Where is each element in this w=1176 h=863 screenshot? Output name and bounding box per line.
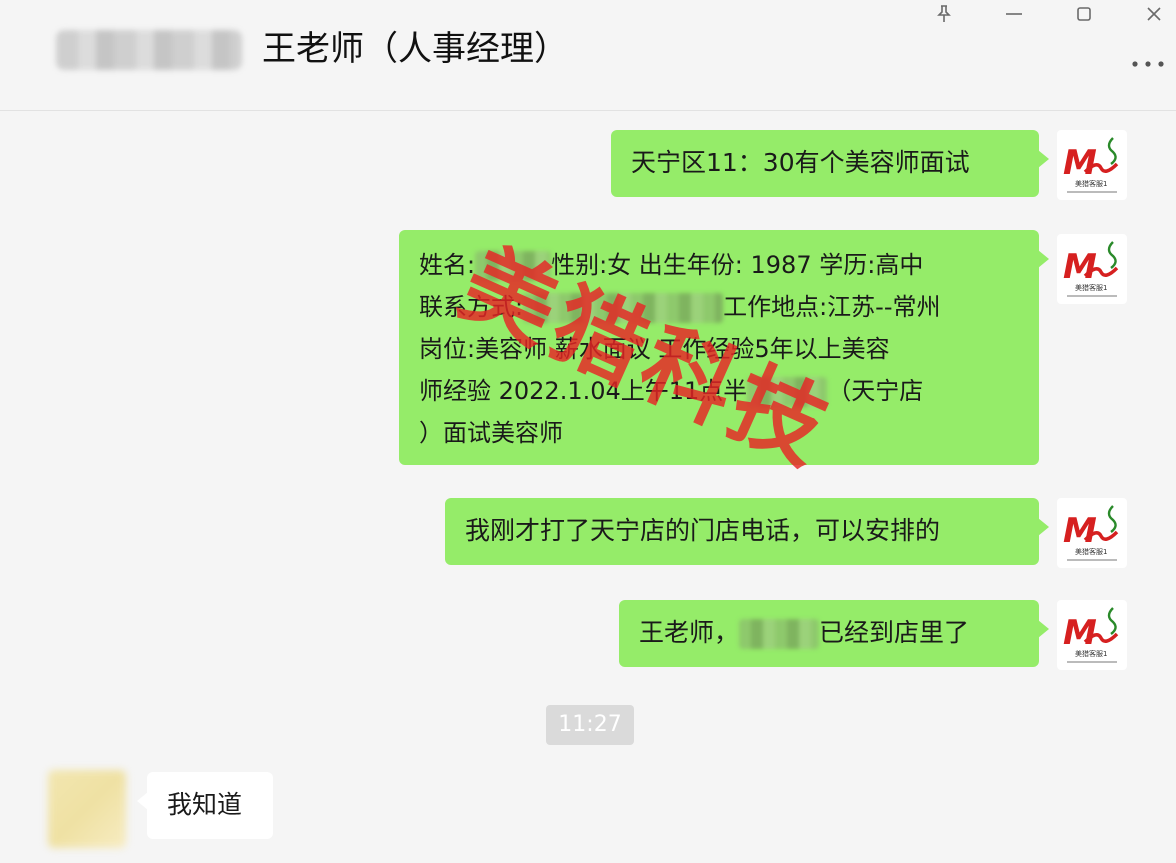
svg-text:M: M [1063,247,1097,287]
message-timestamp: 11:27 [546,705,634,745]
message-line: 联系方式: 工作地点:江苏--常州 [419,293,941,323]
message-bubble-outgoing[interactable]: 王老师， 已经到店里了 [619,600,1049,667]
chat-header: 王老师（人事经理） [0,0,1176,111]
message-text: 天宁区11：30有个美容师面试 [631,148,970,177]
logo-icon: M 美猎客服1 [1063,137,1119,193]
message-line: 岗位:美容师 薪水面议 工作经验5年以上美容 [419,335,890,363]
message-bubble-outgoing[interactable]: 我刚才打了天宁店的门店电话，可以安排的 [445,498,1049,565]
pin-icon[interactable] [926,0,962,28]
message-bubble-incoming[interactable]: 我知道 [137,772,273,839]
self-avatar[interactable]: M 美猎客服1 [1057,130,1127,200]
svg-text:M: M [1063,511,1097,551]
message-bubble-outgoing[interactable]: 天宁区11：30有个美容师面试 [611,130,1049,197]
message-text: 我知道 [167,790,243,819]
self-avatar[interactable]: M 美猎客服1 [1057,498,1127,568]
logo-icon: M 美猎客服1 [1063,607,1119,663]
redacted-phone [523,293,724,323]
self-avatar[interactable]: M 美猎客服1 [1057,234,1127,304]
redacted-name [739,619,820,649]
chat-title[interactable]: 王老师（人事经理） [262,26,568,72]
logo-caption: 美猎客服1 [1075,649,1107,658]
close-icon[interactable] [1136,0,1172,28]
message-line: ）面试美容师 [419,419,563,447]
contact-name-redacted [56,30,242,70]
logo-caption: 美猎客服1 [1075,179,1107,188]
logo-icon: M 美猎客服1 [1063,241,1119,297]
contact-avatar[interactable] [48,770,126,848]
more-options-icon[interactable] [1128,52,1168,76]
redacted-address [747,377,828,407]
message-bubble-outgoing[interactable]: 姓名: 性别:女 出生年份: 1987 学历:高中 联系方式: 工作地点:江苏--常… [399,230,1049,465]
svg-text:M: M [1063,613,1097,653]
logo-icon: M 美猎客服1 [1063,505,1119,561]
message-line: 姓名: 性别:女 出生年份: 1987 学历:高中 [419,251,924,281]
logo-caption: 美猎客服1 [1075,547,1107,556]
message-line: 师经验 2022.1.04上午11点半 （天宁店 [419,377,924,407]
svg-text:M: M [1063,143,1097,183]
maximize-icon[interactable] [1066,0,1102,28]
logo-caption: 美猎客服1 [1075,283,1107,292]
minimize-icon[interactable] [996,0,1032,28]
self-avatar[interactable]: M 美猎客服1 [1057,600,1127,670]
redacted-name [475,251,552,281]
message-text: 我刚才打了天宁店的门店电话，可以安排的 [465,516,941,545]
